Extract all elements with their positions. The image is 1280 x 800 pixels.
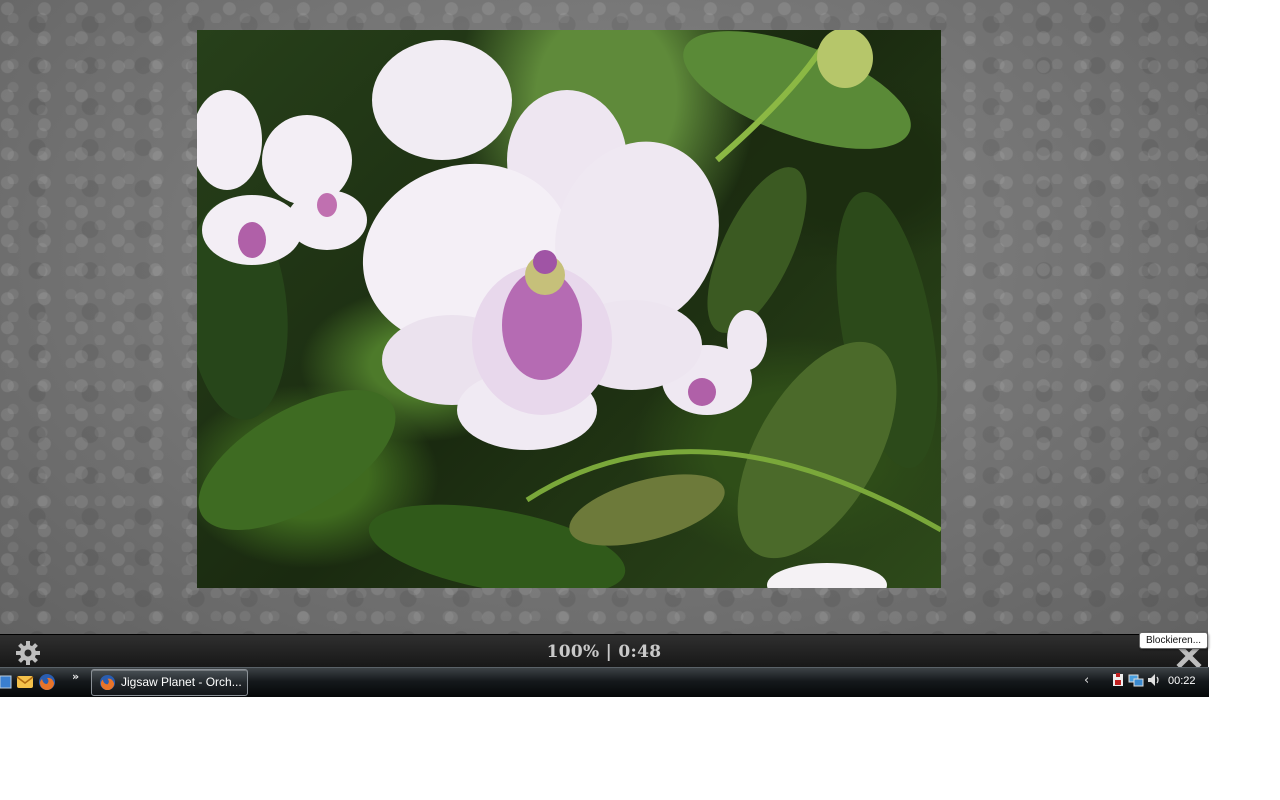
firefox-icon[interactable] [38, 673, 56, 691]
quicklaunch-more-button[interactable]: » [72, 670, 79, 683]
network-icon[interactable] [1128, 672, 1144, 688]
clock[interactable]: 00:22 [1168, 675, 1196, 687]
windows-taskbar: » Jigsaw Planet - Orch... ‹ 00:22 [0, 667, 1209, 697]
puzzle-board [0, 0, 1208, 634]
progress-timer-text: 100% | 0:48 [546, 642, 662, 662]
security-icon[interactable] [1110, 672, 1126, 688]
taskbar-button-jigsaw-planet[interactable]: Jigsaw Planet - Orch... [91, 669, 248, 696]
firefox-icon [99, 674, 116, 691]
show-desktop-icon[interactable] [0, 673, 12, 691]
tooltip: Blockieren... [1139, 632, 1209, 649]
orchid-photo [197, 30, 941, 588]
volume-icon[interactable] [1146, 672, 1162, 688]
puzzle-status-bar: 100% | 0:48 [0, 634, 1208, 668]
thunderbird-icon[interactable] [16, 673, 34, 691]
taskbar-button-label: Jigsaw Planet - Orch... [121, 675, 242, 689]
chevron-left-icon[interactable]: ‹ [1084, 673, 1089, 688]
puzzle-image[interactable] [197, 30, 941, 588]
